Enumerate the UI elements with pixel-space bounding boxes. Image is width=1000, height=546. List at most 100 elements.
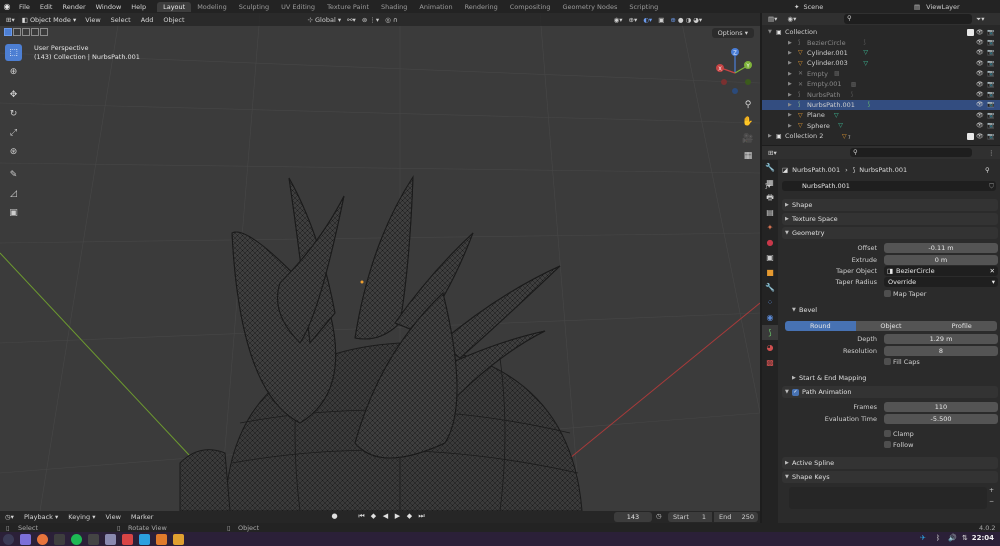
menu-edit[interactable]: Edit	[35, 3, 58, 11]
preview-range-icon[interactable]: ◷	[656, 512, 662, 520]
navigation-gizmo[interactable]: Z X Y	[712, 46, 758, 96]
play-reverse-icon[interactable]: ◀	[381, 512, 390, 521]
panel-path-animation[interactable]: ▼ ✓ Path Animation	[782, 386, 998, 398]
eye-icon[interactable]: 👁	[976, 91, 984, 98]
outliner-row[interactable]: ▶ ✕ Empty ▩ 👁 📷	[762, 69, 1000, 79]
follow-checkbox[interactable]	[884, 441, 891, 448]
eye-icon[interactable]: 👁	[976, 39, 984, 46]
scene-tab-icon[interactable]: ✦	[762, 220, 778, 235]
bevel-mode-object[interactable]: Object	[855, 321, 927, 331]
outliner-row[interactable]: ▶ ▽ Sphere ▽ 👁 📷	[762, 121, 1000, 131]
menu-window[interactable]: Window	[91, 3, 127, 11]
object-data-icon[interactable]: ▩	[851, 81, 857, 88]
end-frame-field[interactable]: End 250	[714, 512, 758, 522]
eye-icon[interactable]: 👁	[976, 29, 984, 36]
data-tab-icon[interactable]: ⟆	[762, 325, 778, 340]
measure-tool-icon[interactable]: ◿	[5, 185, 22, 202]
record-icon[interactable]: ●	[330, 512, 339, 521]
3d-viewport[interactable]: ⊞▾ ◧ Object Mode ▾ View Select Add Objec…	[0, 13, 760, 511]
viewport-menu-view[interactable]: View	[80, 16, 105, 24]
data-browse-icon[interactable]: ⟆▾	[765, 181, 771, 191]
eye-icon[interactable]: 👁	[976, 81, 984, 88]
texture-tab-icon[interactable]: ▩	[762, 355, 778, 370]
panel-texture-space[interactable]: ▶ Texture Space	[782, 213, 998, 225]
volume-icon[interactable]: 🔊	[948, 534, 957, 542]
object-data-icon[interactable]: ▽	[834, 112, 839, 119]
jump-key-forward-icon[interactable]: ◆	[405, 512, 414, 521]
select-intersect-icon[interactable]	[40, 28, 48, 36]
workspace-tab-layout[interactable]: Layout	[157, 1, 192, 12]
timeline-menu-view[interactable]: View	[100, 513, 125, 521]
panel-bevel[interactable]: ▼ Bevel	[789, 304, 997, 316]
panel-start-end-mapping[interactable]: ▶ Start & End Mapping	[789, 372, 997, 384]
options-dropdown[interactable]: Options ▾	[711, 28, 754, 38]
eye-icon[interactable]: 👁	[976, 122, 984, 129]
blender-logo-icon[interactable]: ◉	[0, 2, 14, 11]
curve-data-name-field[interactable]: ⟆▾ NurbsPath.001 ⛉	[765, 181, 996, 191]
timeline-menu-marker[interactable]: Marker	[126, 513, 158, 521]
workspace-tab-scripting[interactable]: Scripting	[623, 2, 664, 12]
object-data-icon[interactable]: ▽	[863, 60, 868, 67]
select-new-icon[interactable]	[4, 28, 12, 36]
path-animation-checkbox[interactable]: ✓	[792, 388, 799, 396]
depth-field[interactable]: 1.29 m	[884, 334, 998, 344]
object-data-icon[interactable]: ▽	[863, 49, 868, 56]
bevel-mode-round[interactable]: Round	[785, 321, 856, 331]
fill-caps-checkbox[interactable]	[884, 358, 891, 365]
shading-material-icon[interactable]: ◑	[685, 16, 691, 24]
axis-gizmo-icon[interactable]: Z X Y	[712, 46, 758, 96]
filter-icon[interactable]: ⏷▾	[976, 15, 984, 24]
shading-rendered-icon[interactable]: ◕▾	[693, 16, 702, 24]
orientation-dropdown[interactable]: ⊹ Global ▾	[308, 16, 342, 24]
add-cube-tool-icon[interactable]: ▣	[5, 204, 22, 221]
object-data-icon[interactable]: ▽	[838, 122, 843, 129]
network-icon[interactable]: ⇅	[962, 534, 968, 542]
fake-user-icon[interactable]: ⛉	[989, 181, 994, 191]
view-layer-tab-icon[interactable]: ▤	[762, 205, 778, 220]
outliner-row[interactable]: ▼ ▣ Collection 👁 📷	[762, 27, 1000, 37]
expand-arrow-icon[interactable]: ▶	[788, 60, 792, 66]
expand-arrow-icon[interactable]: ▶	[788, 123, 792, 129]
camera-icon[interactable]: 📷	[987, 122, 994, 129]
object-data-icon[interactable]: ⟆	[851, 91, 853, 98]
modifier-tab-icon[interactable]: 🔧	[762, 280, 778, 295]
timeline-editor-icon[interactable]: ◷▾	[0, 513, 19, 521]
view-layer-selector[interactable]: ▤ ViewLayer	[908, 1, 998, 12]
bevel-mode-profile[interactable]: Profile	[926, 321, 998, 331]
snap-icon[interactable]: ⊚ ⋮▾	[362, 16, 379, 24]
camera-icon[interactable]: 📷	[987, 81, 994, 88]
scene-selector[interactable]: ✦ Scene	[790, 1, 906, 12]
expand-arrow-icon[interactable]: ▶	[788, 50, 792, 56]
add-shape-key-icon[interactable]: +	[989, 487, 994, 494]
telegram-app-icon[interactable]	[139, 533, 150, 545]
camera-view-icon[interactable]: 🎥	[741, 134, 755, 151]
expand-arrow-icon[interactable]: ▶	[788, 40, 792, 46]
workspace-tab-geometry-nodes[interactable]: Geometry Nodes	[557, 2, 624, 12]
workspace-tab-modeling[interactable]: Modeling	[191, 2, 233, 12]
outliner-row[interactable]: ▶ ✕ Empty.001 ▩ 👁 📷	[762, 79, 1000, 89]
expand-arrow-icon[interactable]: ▶	[788, 92, 792, 98]
jump-start-icon[interactable]: ⏮	[357, 512, 366, 521]
eye-icon[interactable]: 👁	[976, 133, 984, 140]
camera-icon[interactable]: 📷	[987, 101, 994, 108]
files-app-icon[interactable]	[20, 533, 31, 545]
outliner-row[interactable]: ▶ ▽ Cylinder.001 ▽ 👁 📷	[762, 48, 1000, 58]
transform-tool-icon[interactable]: ⊛	[5, 143, 22, 160]
menu-help[interactable]: Help	[126, 3, 151, 11]
timeline-menu-keying[interactable]: Keying ▾	[63, 513, 100, 521]
start-frame-field[interactable]: Start 1	[668, 512, 712, 522]
firefox-app-icon[interactable]	[37, 533, 48, 545]
timeline-menu-playback[interactable]: Playback ▾	[19, 513, 63, 521]
workspace-tab-rendering[interactable]: Rendering	[459, 2, 504, 12]
shading-solid-icon[interactable]: ●	[678, 16, 684, 24]
clear-icon[interactable]: ✕	[990, 266, 995, 276]
overlay-icon[interactable]: ◐▾	[643, 16, 652, 24]
outliner-row[interactable]: ▶ ▣ Collection 2 ▽ 7 👁 📷	[762, 131, 1000, 141]
viewport-menu-add[interactable]: Add	[136, 16, 159, 24]
app-icon[interactable]	[173, 533, 184, 545]
visibility-icon[interactable]: ◉▾	[614, 16, 623, 24]
remove-shape-key-icon[interactable]: −	[989, 498, 994, 505]
outliner-row[interactable]: ▶ ⟆ NurbsPath.001 ⟆ 👁 📷	[762, 99, 1000, 111]
xray-icon[interactable]: ▣	[658, 16, 664, 24]
resolution-field[interactable]: 8	[884, 346, 998, 356]
